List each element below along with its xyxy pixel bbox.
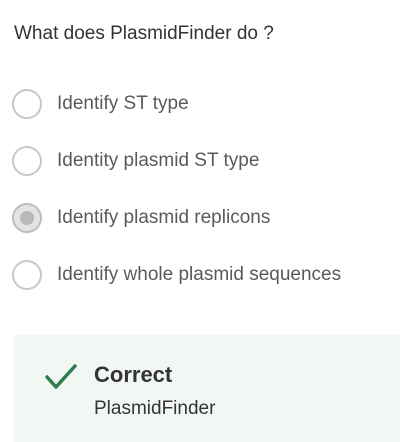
radio-dot xyxy=(20,211,34,225)
radio-button[interactable] xyxy=(12,89,42,119)
question-text: What does PlasmidFinder do ? xyxy=(14,23,274,44)
answer-option-2[interactable]: Identity plasmid ST type xyxy=(12,146,259,176)
answer-option-label: Identify plasmid replicons xyxy=(57,207,271,228)
feedback-panel: Correct PlasmidFinder xyxy=(14,335,400,442)
checkmark-icon xyxy=(45,364,77,389)
feedback-detail: PlasmidFinder xyxy=(94,398,216,419)
answer-option-1[interactable]: Identify ST type xyxy=(12,89,189,119)
checkmark-stroke xyxy=(45,364,77,389)
answer-option-label: Identify whole plasmid sequences xyxy=(57,264,342,285)
quiz-question-card: What does PlasmidFinder do ? Identify ST… xyxy=(0,0,400,442)
radio-button[interactable] xyxy=(12,146,42,176)
answer-option-4[interactable]: Identify whole plasmid sequences xyxy=(12,260,341,290)
answer-option-label: Identity plasmid ST type xyxy=(57,150,260,171)
feedback-status: Correct xyxy=(94,362,173,387)
radio-button[interactable] xyxy=(12,260,42,290)
answer-option-label: Identify ST type xyxy=(57,93,189,114)
answer-option-3[interactable]: Identify plasmid replicons xyxy=(12,203,270,233)
radio-button[interactable] xyxy=(12,203,42,233)
